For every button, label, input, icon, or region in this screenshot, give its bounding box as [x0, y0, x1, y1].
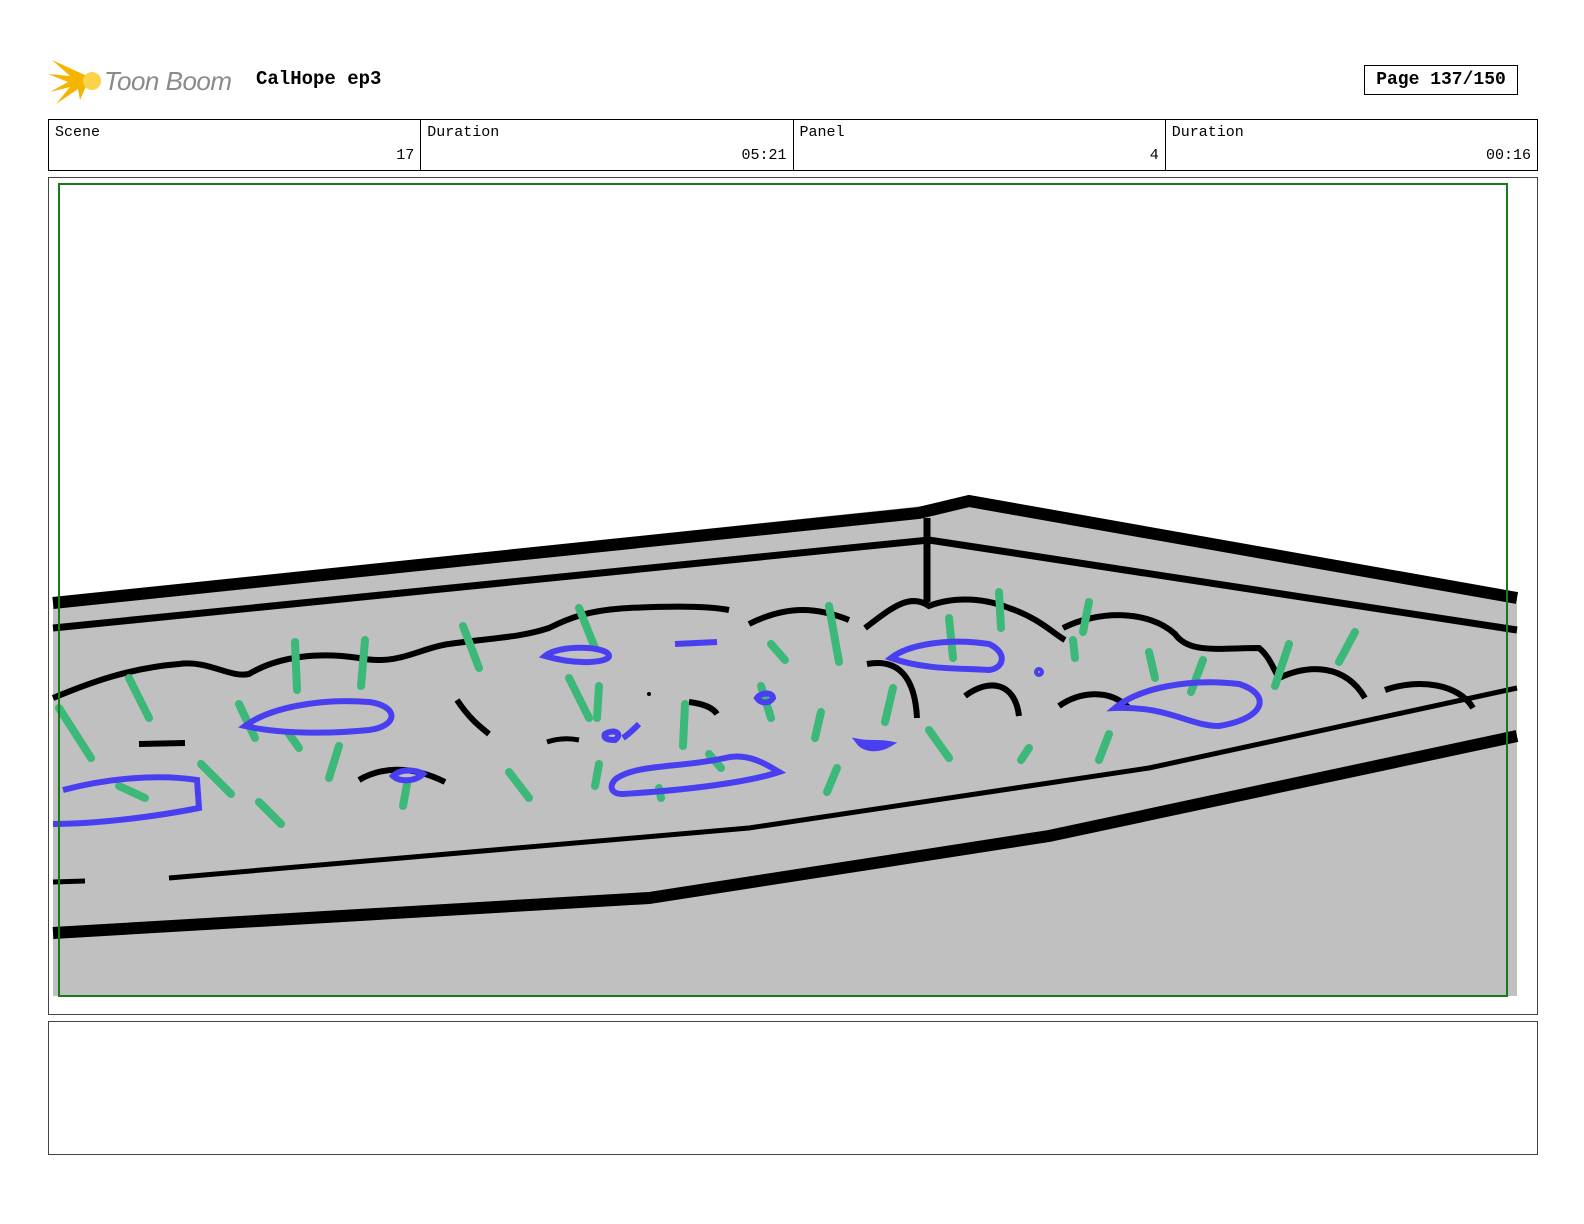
- page-number: Page 137/150: [1364, 65, 1518, 95]
- scene-label: Scene: [55, 124, 101, 141]
- panel-duration-value: 00:16: [1485, 147, 1531, 164]
- project-title: CalHope ep3: [256, 68, 382, 90]
- panel-value: 4: [1149, 147, 1159, 164]
- panel-frame: [48, 177, 1538, 1015]
- storyboard-header: Toon Boom CalHope ep3 Page 137/150: [48, 52, 1538, 108]
- scene-cell: Scene 17: [49, 120, 422, 170]
- panel-notes-box[interactable]: [48, 1021, 1538, 1155]
- scene-duration-label: Duration: [427, 124, 500, 141]
- panel-duration-label: Duration: [1171, 124, 1244, 141]
- panel-label: Panel: [799, 124, 845, 141]
- toon-boom-logo: Toon Boom: [48, 56, 238, 106]
- rim-stub: [52, 878, 86, 885]
- soil-dot: [647, 692, 651, 696]
- scene-duration-cell: Duration 05:21: [421, 120, 794, 170]
- panel-cell: Panel 4: [794, 120, 1166, 170]
- panel-drawing: [51, 183, 1519, 997]
- scene-info-table: Scene 17 Duration 05:21 Panel 4 Duration…: [48, 119, 1538, 171]
- panel-duration-cell: Duration 00:16: [1166, 120, 1537, 170]
- soil-line-12: [138, 740, 186, 747]
- scene-value: 17: [396, 147, 415, 164]
- logo-text: Toon Boom: [104, 66, 232, 96]
- flame-icon: [48, 60, 101, 104]
- scene-duration-value: 05:21: [741, 147, 787, 164]
